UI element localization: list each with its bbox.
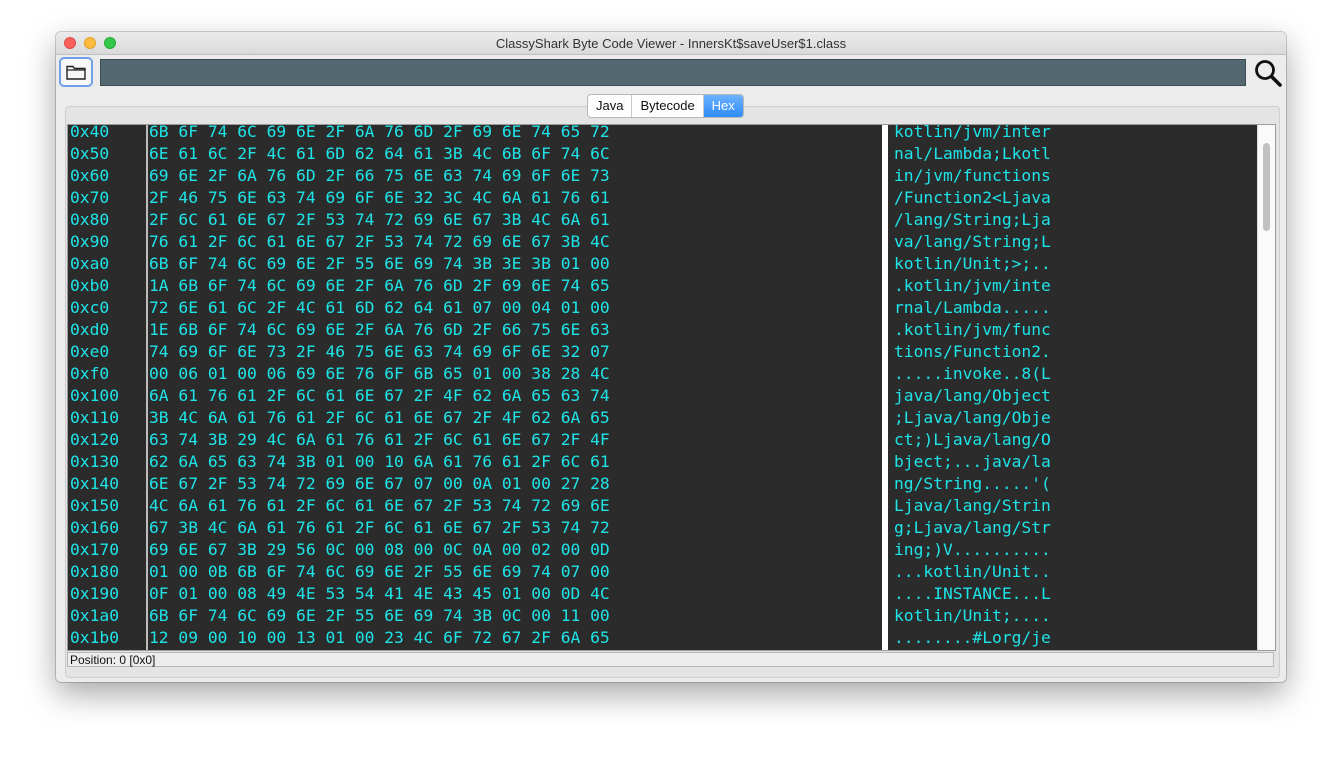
hex-row-address: 0x150 — [70, 496, 120, 515]
scrollbar-thumb[interactable] — [1263, 143, 1270, 231]
hex-row-address: 0x50 — [70, 144, 110, 163]
hex-row-bytes[interactable]: 6B 6F 74 6C 69 6E 2F 55 6E 69 74 3B 0C 0… — [149, 605, 610, 627]
hex-row-address: 0x1a0 — [70, 606, 120, 625]
hex-row-bytes[interactable]: 01 00 0B 6B 6F 74 6C 69 6E 2F 55 6E 69 7… — [149, 561, 610, 583]
hex-row-bytes[interactable]: 6E 61 6C 2F 4C 61 6D 62 64 61 3B 4C 6B 6… — [149, 143, 610, 165]
hex-row-ascii[interactable]: kotlin/Unit;>;.. — [894, 253, 1051, 275]
hex-row-address: 0x180 — [70, 562, 120, 581]
hex-row-ascii[interactable]: ng/String.....'( — [894, 473, 1051, 495]
hex-row-address: 0x100 — [70, 386, 120, 405]
hex-row-bytes[interactable]: 69 6E 67 3B 29 56 0C 00 08 00 0C 0A 00 0… — [149, 539, 610, 561]
hex-row-bytes[interactable]: 6A 61 76 61 2F 6C 61 6E 67 2F 4F 62 6A 6… — [149, 385, 610, 407]
hex-row-ascii[interactable]: /lang/String;Lja — [894, 209, 1051, 231]
hex-row-bytes[interactable]: 62 6A 65 63 74 3B 01 00 10 6A 61 76 61 2… — [149, 451, 610, 473]
hex-row-bytes[interactable]: 63 74 3B 29 4C 6A 61 76 61 2F 6C 61 6E 6… — [149, 429, 610, 451]
hex-row-address: 0x110 — [70, 408, 120, 427]
hex-row-address: 0xc0 — [70, 298, 110, 317]
hex-row-ascii[interactable]: in/jvm/functions — [894, 165, 1051, 187]
toolbar — [56, 55, 1286, 91]
hex-row-address: 0x40 — [70, 124, 110, 141]
ascii-column[interactable]: kotlin/jvm/inter nal/Lambda;Lkotl in/jvm/f… — [888, 125, 1257, 650]
hex-row-bytes[interactable]: 6B 6F 74 6C 69 6E 2F 55 6E 69 74 3B 3E 3… — [149, 253, 610, 275]
view-tabs: Java Bytecode Hex — [587, 94, 744, 118]
vertical-scrollbar[interactable] — [1257, 125, 1275, 650]
hex-row-ascii[interactable]: .kotlin/jvm/func — [894, 319, 1051, 341]
hex-row-bytes[interactable]: 67 3B 4C 6A 61 76 61 2F 6C 61 6E 67 2F 5… — [149, 517, 610, 539]
open-file-button[interactable] — [59, 57, 93, 87]
hex-row-address: 0x170 — [70, 540, 120, 559]
hex-row-bytes[interactable]: 3B 4C 6A 61 76 61 2F 6C 61 6E 67 2F 4F 6… — [149, 407, 610, 429]
hex-row-bytes[interactable]: 69 6E 2F 6A 76 6D 2F 66 75 6E 63 74 69 6… — [149, 165, 610, 187]
window-title: ClassyShark Byte Code Viewer - InnersKt$… — [495, 36, 847, 51]
hex-row-bytes[interactable]: 4C 6A 61 76 61 2F 6C 61 6E 67 2F 53 74 7… — [149, 495, 610, 517]
hex-row-ascii[interactable]: .....invoke..8(L — [894, 363, 1051, 385]
search-icon[interactable] — [1253, 58, 1283, 88]
address-column: 0x40 0x50 0x60 0x70 0x80 0x90 0xa0 0xb0 0xc0 0xd0… — [68, 125, 148, 650]
folder-icon — [66, 65, 86, 80]
hex-row-ascii[interactable]: java/lang/Object — [894, 385, 1051, 407]
hex-row-ascii[interactable]: va/lang/String;L — [894, 231, 1051, 253]
hex-row-bytes[interactable]: 1E 6B 6F 74 6C 69 6E 2F 6A 76 6D 2F 66 7… — [149, 319, 610, 341]
hex-row-ascii[interactable]: ing;)V.......... — [894, 539, 1051, 561]
hex-row-address: 0x1b0 — [70, 628, 120, 647]
hex-row-address: 0x60 — [70, 166, 110, 185]
status-bar: Position: 0 [0x0] — [67, 652, 1274, 667]
hex-row-bytes[interactable]: 6B 6F 74 6C 69 6E 2F 6A 76 6D 2F 69 6E 7… — [149, 125, 610, 143]
hex-row-bytes[interactable]: 2F 46 75 6E 63 74 69 6F 6E 32 3C 4C 6A 6… — [149, 187, 610, 209]
tab-bytecode[interactable]: Bytecode — [632, 95, 704, 117]
bytes-column[interactable]: 6B 6F 74 6C 69 6E 2F 6A 76 6D 2F 69 6E 7… — [148, 125, 882, 650]
hex-row-ascii[interactable]: ........#Lorg/je — [894, 627, 1051, 649]
hex-row-bytes[interactable]: 76 61 2F 6C 61 6E 67 2F 53 74 72 69 6E 6… — [149, 231, 610, 253]
hex-row-ascii[interactable]: ;Ljava/lang/Obje — [894, 407, 1051, 429]
hex-row-address: 0xd0 — [70, 320, 110, 339]
hex-row-bytes[interactable]: 72 6E 61 6C 2F 4C 61 6D 62 64 61 07 00 0… — [149, 297, 610, 319]
hex-row-address: 0x80 — [70, 210, 110, 229]
hex-row-address: 0xa0 — [70, 254, 110, 273]
hex-row-ascii[interactable]: ....INSTANCE...L — [894, 583, 1051, 605]
hex-row-bytes[interactable]: 74 69 6F 6E 73 2F 46 75 6E 63 74 69 6F 6… — [149, 341, 610, 363]
hex-row-bytes[interactable]: 0F 01 00 08 49 4E 53 54 41 4E 43 45 01 0… — [149, 583, 610, 605]
title-bar: ClassyShark Byte Code Viewer - InnersKt$… — [56, 32, 1286, 55]
hex-row-ascii[interactable]: bject;...java/la — [894, 451, 1051, 473]
hex-row-address: 0xe0 — [70, 342, 110, 361]
hex-row-ascii[interactable]: .kotlin/jvm/inte — [894, 275, 1051, 297]
tab-java[interactable]: Java — [588, 95, 633, 117]
hex-row-address: 0x140 — [70, 474, 120, 493]
hex-row-ascii[interactable]: tions/Function2. — [894, 341, 1051, 363]
hex-row-ascii[interactable]: Ljava/lang/Strin — [894, 495, 1051, 517]
hex-row-bytes[interactable]: 6E 67 2F 53 74 72 69 6E 67 07 00 0A 01 0… — [149, 473, 610, 495]
hex-row-bytes[interactable]: 2F 6C 61 6E 67 2F 53 74 72 69 6E 67 3B 4… — [149, 209, 610, 231]
hex-row-ascii[interactable]: ...kotlin/Unit.. — [894, 561, 1051, 583]
hex-row-address: 0x130 — [70, 452, 120, 471]
hex-row-bytes[interactable]: 12 09 00 10 00 13 01 00 23 4C 6F 72 67 2… — [149, 627, 610, 649]
hex-row-ascii[interactable]: ct;)Ljava/lang/O — [894, 429, 1051, 451]
hex-row-ascii[interactable]: rnal/Lambda..... — [894, 297, 1051, 319]
hex-row-address: 0xb0 — [70, 276, 110, 295]
hex-row-address: 0x160 — [70, 518, 120, 537]
hex-row-ascii[interactable]: kotlin/Unit;.... — [894, 605, 1051, 627]
hex-row-address: 0x190 — [70, 584, 120, 603]
tab-hex[interactable]: Hex — [703, 95, 743, 117]
hex-row-ascii[interactable]: nal/Lambda;Lkotl — [894, 143, 1051, 165]
hex-row-ascii[interactable]: kotlin/jvm/inter — [894, 125, 1051, 143]
hex-row-address: 0x120 — [70, 430, 120, 449]
hex-view[interactable]: 0x40 0x50 0x60 0x70 0x80 0x90 0xa0 0xb0 0xc0 0xd0… — [67, 124, 1276, 651]
app-window: ClassyShark Byte Code Viewer - InnersKt$… — [56, 32, 1286, 682]
hex-row-ascii[interactable]: g;Ljava/lang/Str — [894, 517, 1051, 539]
hex-row-bytes[interactable]: 1A 6B 6F 74 6C 69 6E 2F 6A 76 6D 2F 69 6… — [149, 275, 610, 297]
search-input[interactable] — [100, 59, 1246, 86]
hex-row-bytes[interactable]: 00 06 01 00 06 69 6E 76 6F 6B 65 01 00 3… — [149, 363, 610, 385]
hex-row-ascii[interactable]: /Function2<Ljava — [894, 187, 1051, 209]
hex-row-address: 0x70 — [70, 188, 110, 207]
hex-row-address: 0x90 — [70, 232, 110, 251]
hex-row-address: 0xf0 — [70, 364, 110, 383]
